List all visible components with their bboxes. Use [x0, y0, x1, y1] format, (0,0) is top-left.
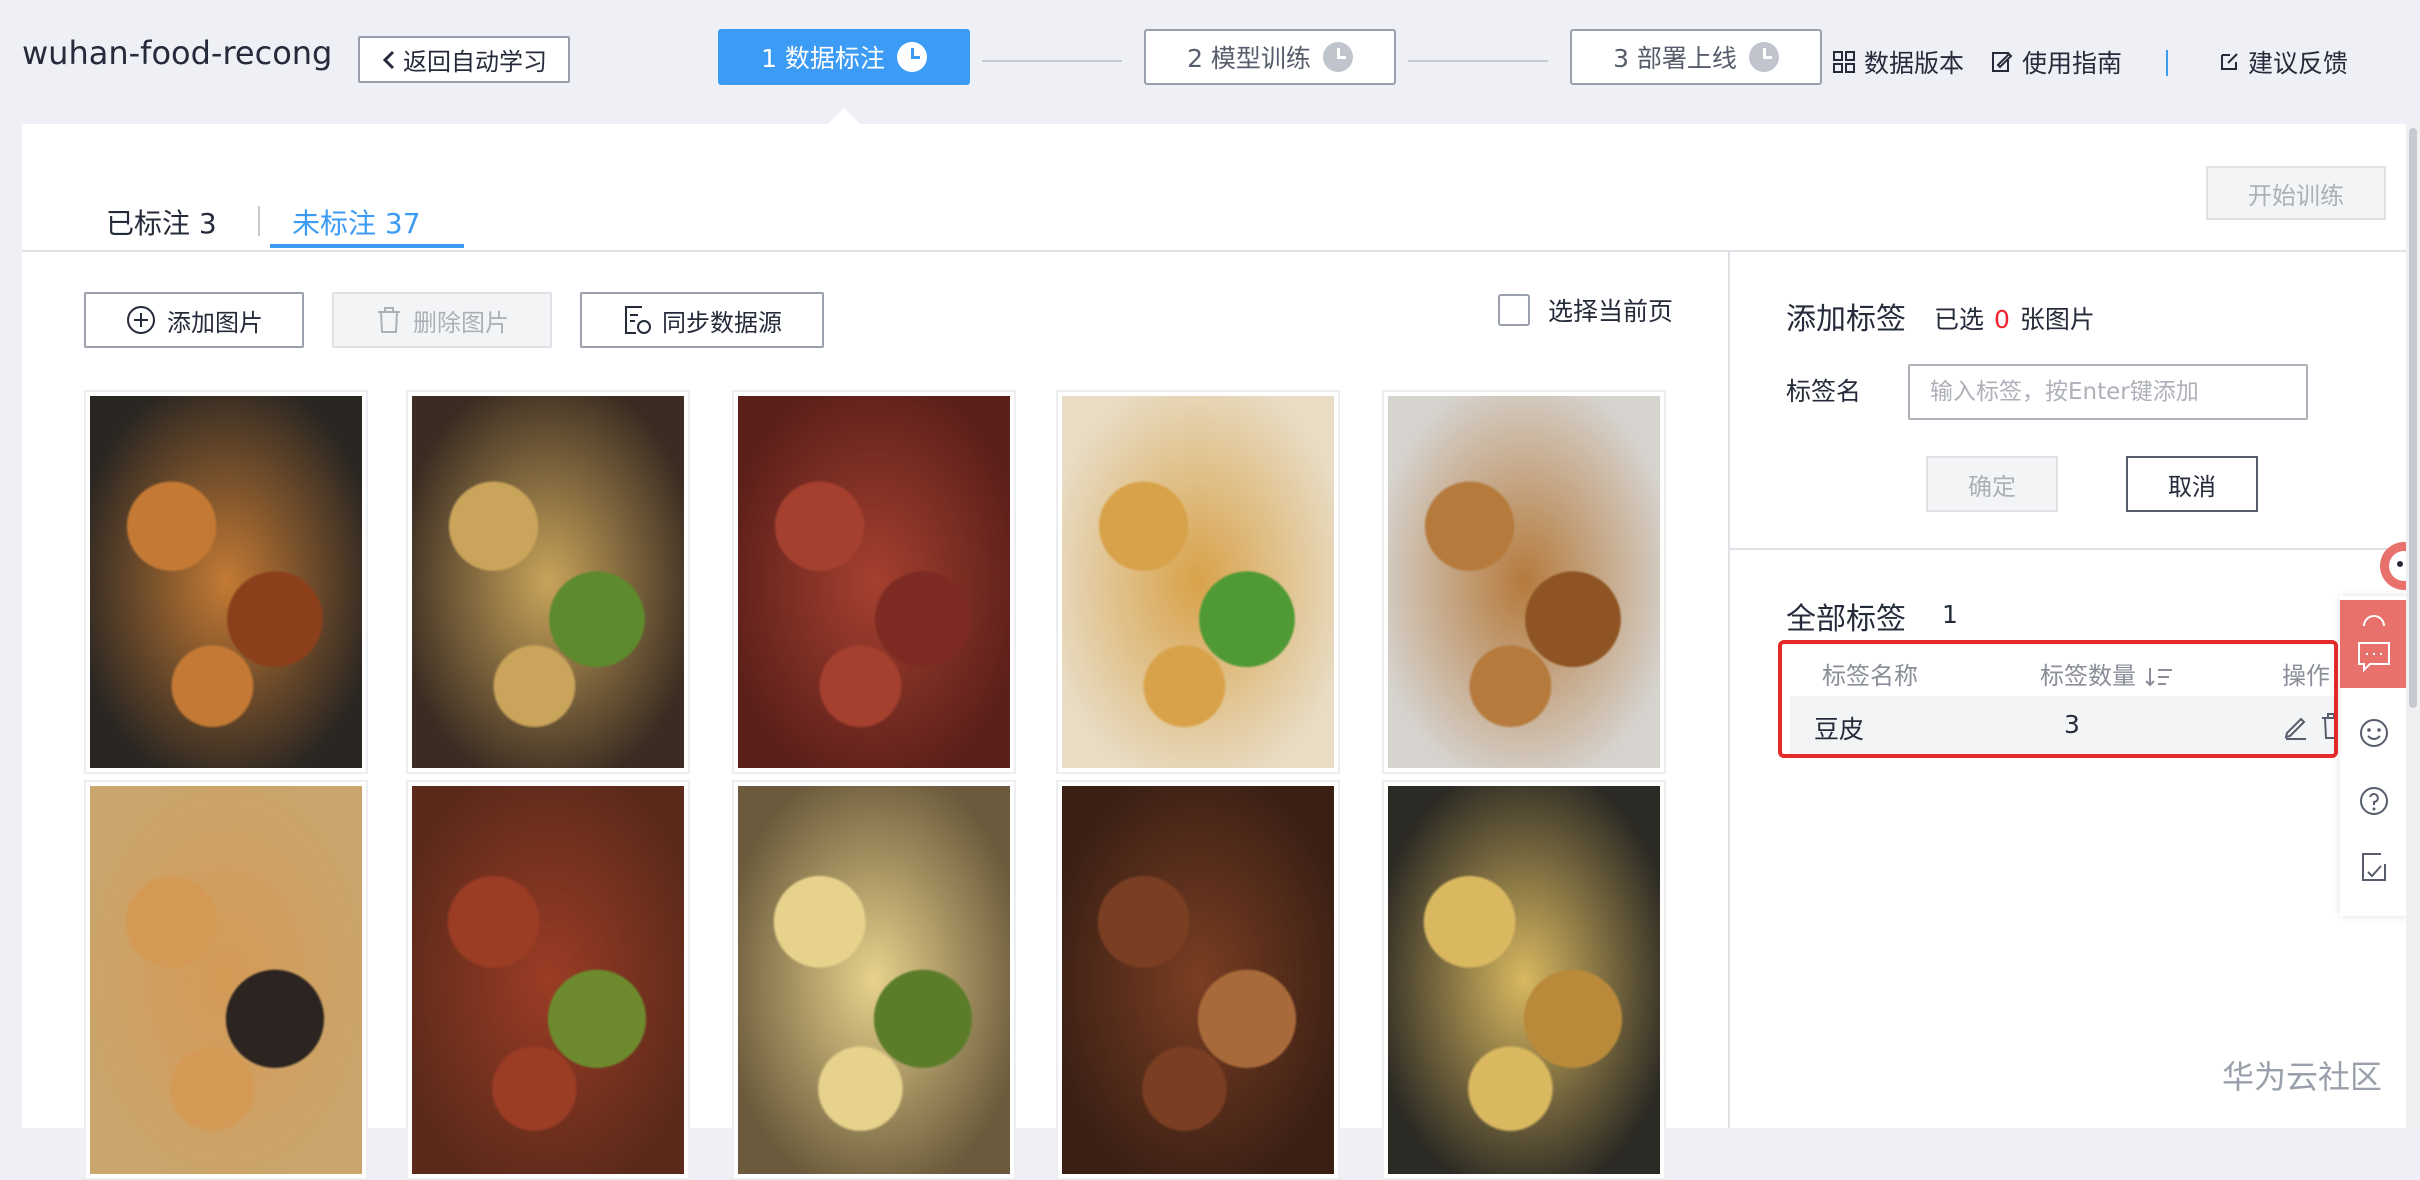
back-button-label: 返回自动学习 [403, 48, 547, 76]
chevron-left-icon [382, 50, 395, 69]
image-thumbnail[interactable] [406, 390, 690, 774]
add-image-label: 添加图片 [167, 308, 263, 337]
step-deploy[interactable]: 3 部署上线 [1570, 29, 1822, 85]
image-thumbnail[interactable] [1056, 780, 1340, 1180]
fried-rice-rings-photo [1388, 396, 1660, 768]
step-label: 2 模型训练 [1187, 44, 1311, 73]
step-connector [982, 60, 1122, 62]
delete-image-label: 删除图片 [413, 308, 509, 337]
sync-data-source-button[interactable]: 同步数据源 [580, 292, 824, 348]
message-icon [2358, 642, 2390, 673]
tag-panel: 添加标签 已选 0 张图片 标签名 确定 取消 全部标签 1 标签名称 标签数量 操… [1728, 252, 2406, 1128]
add-tag-title: 添加标签 [1786, 302, 1906, 337]
edit-document-icon [1992, 52, 2013, 72]
delete-image-button[interactable]: 删除图片 [332, 292, 552, 348]
grid-icon [1833, 51, 1855, 73]
cancel-button[interactable]: 取消 [2126, 456, 2258, 512]
app-title: wuhan-food-recong [22, 34, 333, 72]
tag-count-header-label: 标签数量 [2040, 662, 2136, 690]
top-bar: wuhan-food-recong 返回自动学习 1 数据标注 2 模型训练 3… [0, 0, 2420, 126]
sort-icon[interactable] [2144, 665, 2174, 689]
image-thumbnail[interactable] [1382, 390, 1666, 774]
image-thumbnail[interactable] [732, 390, 1016, 774]
image-thumbnail[interactable] [84, 390, 368, 774]
feedback-link[interactable]: 建议反馈 [2218, 44, 2348, 80]
back-to-auto-learning-button[interactable]: 返回自动学习 [358, 36, 570, 83]
select-page-checkbox[interactable] [1498, 294, 1530, 326]
selected-prefix: 已选 [1934, 305, 1985, 334]
image-thumbnail[interactable] [406, 780, 690, 1180]
panel-divider [1730, 548, 2406, 550]
user-guide-link[interactable]: 使用指南 [1990, 44, 2122, 80]
survey-icon[interactable] [2357, 850, 2391, 884]
edit-icon[interactable] [2282, 712, 2310, 740]
feedback-label: 建议反馈 [2248, 49, 2349, 78]
add-image-button[interactable]: 添加图片 [84, 292, 304, 348]
hot-dry-noodles-photo [412, 396, 684, 768]
braised-chunks-photo [1062, 786, 1334, 1174]
column-header-tag-count[interactable]: 标签数量 [2040, 656, 2174, 691]
tag-name-label: 标签名 [1786, 377, 1862, 406]
smile-icon[interactable] [2357, 716, 2391, 750]
clock-icon [896, 42, 927, 72]
selected-count-info: 已选 0 张图片 [1934, 300, 2095, 336]
pan-fried-bread-photo [1388, 786, 1660, 1174]
watermark-text: 华为云社区 [2222, 1058, 2383, 1096]
user-guide-label: 使用指南 [2022, 49, 2123, 78]
column-header-tag-name: 标签名称 [1822, 662, 1918, 690]
tag-row-name: 豆皮 [1814, 715, 1865, 744]
fried-dough-rings-photo [90, 396, 362, 768]
step-data-labeling[interactable]: 1 数据标注 [718, 29, 970, 85]
selected-count: 0 [1994, 305, 2010, 334]
all-tags-title: 全部标签 [1786, 602, 1906, 637]
start-training-button[interactable]: 开始训练 [2206, 166, 2386, 220]
scrollbar-thumb[interactable] [2409, 128, 2417, 708]
sesame-donuts-photo [90, 786, 362, 1174]
image-thumbnail[interactable] [732, 780, 1016, 1180]
top-divider [2166, 50, 2168, 76]
selected-suffix: 张图片 [2019, 305, 2095, 334]
tab-unlabeled[interactable]: 未标注 37 [292, 202, 421, 242]
image-thumbnail[interactable] [1382, 780, 1666, 1180]
data-version-label: 数据版本 [1864, 49, 1965, 78]
main-card: 已标注 3 未标注 37 开始训练 添加图片 删除图片 同步数据源 选择当前页 [22, 124, 2406, 1180]
column-header-operation: 操作 [2282, 662, 2330, 690]
tag-row-count: 3 [2064, 710, 2080, 739]
all-tags-count: 1 [1942, 600, 1958, 629]
doupi-sticky-rice-photo [738, 786, 1010, 1174]
select-page-label: 选择当前页 [1548, 297, 1674, 326]
active-tab-indicator [270, 244, 464, 248]
step-label: 1 数据标注 [761, 44, 885, 73]
image-thumbnail[interactable] [84, 780, 368, 1180]
trash-icon [378, 307, 400, 333]
chat-support-button[interactable] [2340, 600, 2408, 688]
tab-labeled[interactable]: 已标注 3 [106, 202, 217, 242]
braised-meat-photo [412, 786, 684, 1174]
feedback-icon [2221, 53, 2238, 70]
step-model-training[interactable]: 2 模型训练 [1144, 29, 1396, 85]
plus-circle-icon [127, 306, 155, 334]
braised-duck-neck-photo [738, 396, 1010, 768]
step-connector [1408, 60, 1548, 62]
data-version-link[interactable]: 数据版本 [1832, 44, 1964, 80]
clock-icon [1748, 42, 1779, 72]
clock-icon [1322, 42, 1353, 72]
tag-name-input[interactable] [1908, 364, 2308, 420]
help-icon[interactable] [2357, 784, 2391, 818]
delete-tag-icon[interactable] [2320, 712, 2338, 740]
confirm-button[interactable]: 确定 [1926, 456, 2058, 512]
label-tabs: 已标注 3 未标注 37 开始训练 [22, 124, 2406, 252]
select-current-page[interactable]: 选择当前页 [1498, 292, 1673, 328]
noodles-with-scallions-photo [1062, 396, 1334, 768]
step-label: 3 部署上线 [1613, 44, 1737, 73]
sync-source-label: 同步数据源 [662, 308, 782, 337]
tab-divider [258, 206, 260, 236]
tag-table: 标签名称 标签数量 操作 豆皮 3 [1778, 640, 2338, 758]
sync-document-icon [625, 306, 651, 334]
image-thumbnail[interactable] [1056, 390, 1340, 774]
headset-icon [2363, 615, 2385, 627]
